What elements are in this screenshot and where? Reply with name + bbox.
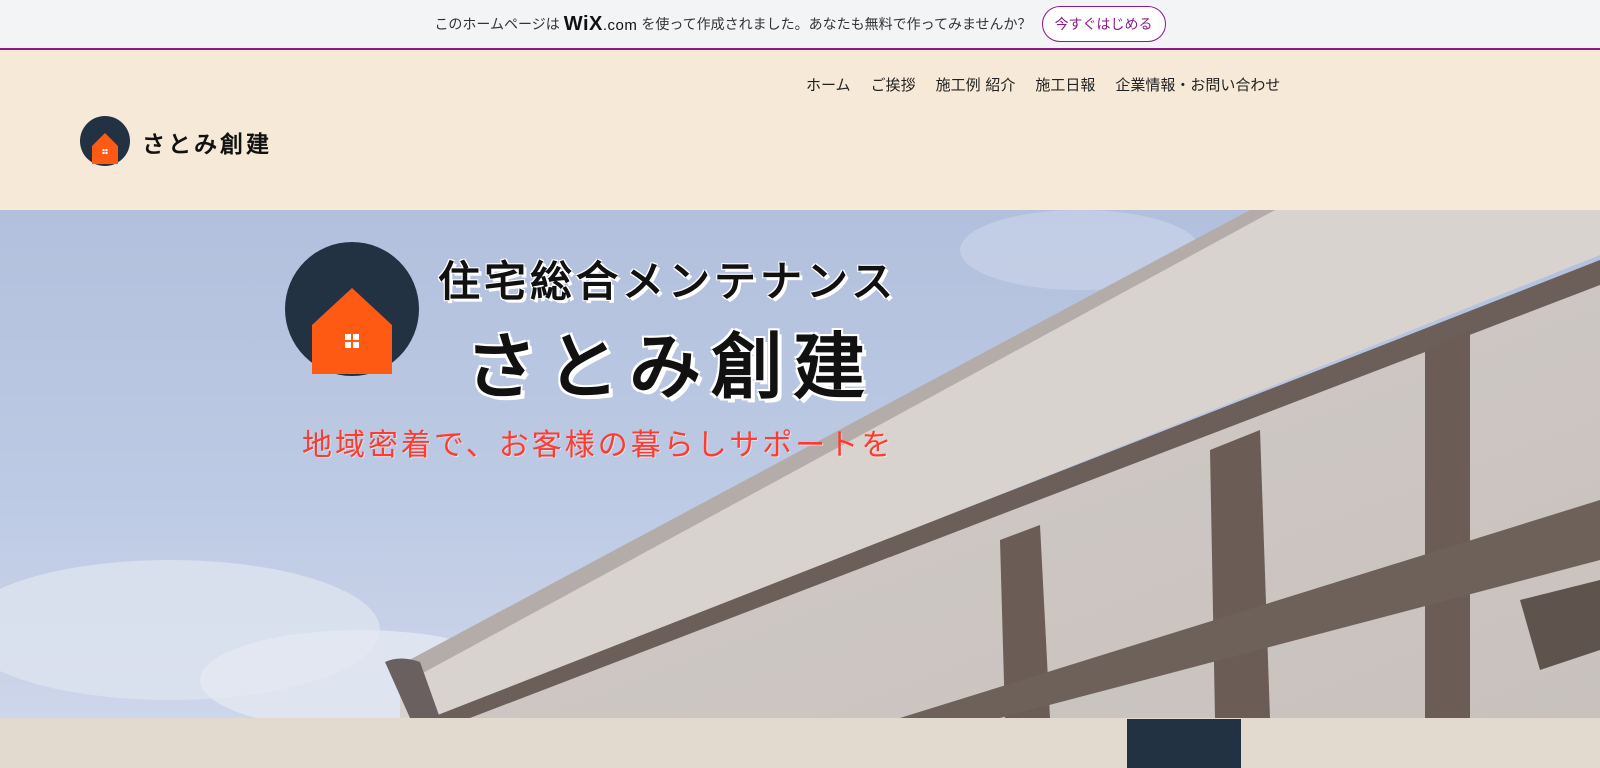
hero-section: 住宅総合メンテナンス さとみ創建 地域密着で、お客様の暮らしサポートを [0,210,1600,718]
navy-block [1127,719,1241,768]
wix-logo-suffix: .com [602,16,638,34]
site-name[interactable]: さとみ創建 [142,125,272,159]
hero-subtitle: 住宅総合メンテナンス [438,257,898,306]
nav-daily-report[interactable]: 施工日報 [1035,74,1095,95]
hero-title: さとみ創建 [465,325,876,409]
nav-company-contact[interactable]: 企業情報・お問い合わせ [1115,74,1280,95]
wix-promo-banner: このホームページは WiX.com を使って作成されました。あなたも無料で作って… [0,0,1600,50]
hero-tagline: 地域密着で、お客様の暮らしサポートを [302,428,895,463]
nav-works[interactable]: 施工例 紹介 [936,74,1016,95]
site-header: ホーム ご挨拶 施工例 紹介 施工日報 企業情報・お問い合わせ さとみ創建 [0,52,1600,210]
wix-promo-text-before: このホームページは [434,17,560,33]
start-now-button[interactable]: 今すぐはじめる [1041,6,1166,42]
main-nav: ホーム ご挨拶 施工例 紹介 施工日報 企業情報・お問い合わせ [806,74,1280,95]
nav-greeting[interactable]: ご挨拶 [871,74,916,95]
wix-promo-text: このホームページは WiX.com を使って作成されました。あなたも無料で作って… [434,13,1031,36]
wix-logo[interactable]: WiX.com [564,13,638,36]
next-section [0,718,1600,768]
wix-promo-text-after: を使って作成されました。あなたも無料で作ってみませんか？ [641,17,1032,33]
wix-logo-main: WiX [563,12,603,35]
house-logo-icon[interactable] [80,116,130,166]
nav-home[interactable]: ホーム [806,74,851,95]
hero-house-logo-icon [285,242,419,376]
